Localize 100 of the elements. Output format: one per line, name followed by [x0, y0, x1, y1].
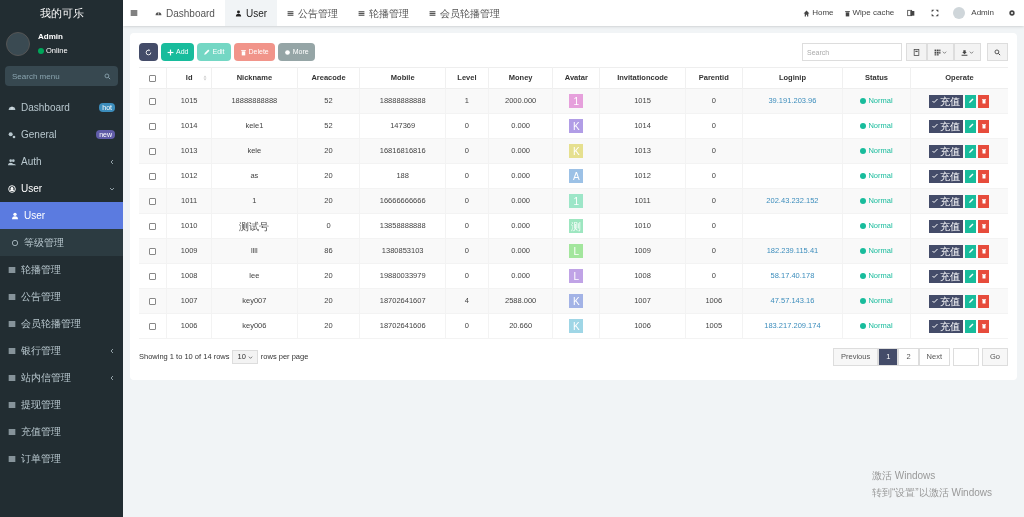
grid-icon	[934, 48, 941, 56]
recharge-button[interactable]: 充值	[929, 219, 964, 233]
edit-button[interactable]	[965, 144, 977, 158]
menu-item[interactable]: 会员轮播管理	[0, 310, 123, 337]
edit-button[interactable]	[965, 244, 977, 258]
nav-tab[interactable]: 公告管理	[277, 0, 349, 26]
plus-icon	[167, 48, 174, 56]
nav-tab[interactable]: Dashboard	[145, 0, 225, 26]
nav-tab[interactable]: 轮播管理	[348, 0, 420, 26]
trash-icon	[980, 223, 987, 229]
recharge-button[interactable]: 充值	[929, 94, 964, 108]
checkbox[interactable]	[149, 97, 157, 105]
delete-button[interactable]	[978, 194, 990, 208]
checkbox[interactable]	[149, 147, 157, 155]
gears-icon	[8, 130, 16, 139]
menu-item[interactable]: User	[0, 202, 123, 229]
caret-icon	[969, 49, 974, 55]
avatar: A	[569, 169, 584, 183]
edit-button[interactable]	[965, 169, 977, 183]
recharge-button[interactable]: 充值	[929, 144, 964, 158]
menu-item[interactable]: User	[0, 175, 123, 202]
menu-item[interactable]: Auth	[0, 148, 123, 175]
trash-icon	[980, 323, 987, 329]
download-icon	[961, 48, 968, 56]
menu-item[interactable]: 提现管理	[0, 391, 123, 418]
avatar: 1	[569, 194, 584, 208]
search-button[interactable]	[987, 43, 1008, 61]
checkbox[interactable]	[149, 272, 157, 280]
delete-button[interactable]	[978, 144, 990, 158]
refresh-button[interactable]	[139, 43, 158, 61]
avatar: L	[569, 244, 584, 258]
user-menu[interactable]: Admin	[947, 7, 1000, 19]
search-field[interactable]: Search menu	[5, 66, 118, 86]
edit-button[interactable]	[965, 269, 977, 283]
avatar	[6, 32, 30, 56]
menu-item[interactable]: 充值管理	[0, 418, 123, 445]
recharge-button[interactable]: 充值	[929, 294, 964, 308]
caret-icon	[942, 49, 947, 55]
activation-title: 激活 Windows	[872, 469, 937, 483]
recharge-button[interactable]: 充值	[929, 319, 964, 333]
pencil-icon	[967, 273, 974, 279]
edit-button[interactable]	[965, 294, 977, 308]
checkbox[interactable]	[149, 222, 157, 230]
menu-item[interactable]: 银行管理	[0, 337, 123, 364]
home-icon	[803, 9, 811, 17]
user-icon	[234, 9, 242, 17]
checkbox[interactable]	[149, 247, 157, 255]
edit-button[interactable]	[965, 219, 977, 233]
list-icon	[287, 9, 295, 17]
edit-button[interactable]	[965, 94, 977, 108]
nav-tab[interactable]: User	[224, 0, 278, 26]
delete-button[interactable]	[978, 244, 990, 258]
checkbox[interactable]	[149, 122, 157, 130]
recharge-button[interactable]: 充值	[929, 194, 964, 208]
delete-button[interactable]	[978, 94, 990, 108]
checkbox[interactable]	[149, 322, 157, 330]
search-icon	[994, 48, 1001, 56]
pencil-icon	[967, 173, 974, 179]
trash-icon	[843, 9, 851, 17]
edit-button[interactable]	[965, 319, 977, 333]
avatar: 1	[569, 94, 584, 108]
recharge-button[interactable]: 充值	[929, 269, 964, 283]
checkbox[interactable]	[149, 297, 157, 305]
check-icon	[932, 123, 939, 129]
page-input[interactable]	[953, 348, 979, 366]
trash-icon	[980, 198, 987, 204]
menu-item[interactable]: 等级管理	[0, 229, 123, 256]
avatar: K	[569, 319, 584, 333]
checkbox[interactable]	[149, 74, 157, 82]
export-button[interactable]	[954, 43, 981, 61]
recharge-button[interactable]: 充值	[929, 244, 964, 258]
menu-item[interactable]: 订单管理	[0, 445, 123, 472]
pencil-icon	[967, 148, 974, 154]
checkbox[interactable]	[149, 197, 157, 205]
delete-button[interactable]	[978, 269, 990, 283]
menu-item[interactable]: 轮播管理	[0, 256, 123, 283]
edit-button[interactable]	[965, 119, 977, 133]
delete-button[interactable]	[978, 169, 990, 183]
list-icon	[8, 373, 16, 382]
card-view-icon	[913, 48, 920, 56]
recharge-button[interactable]: 充值	[929, 119, 964, 133]
edit-button[interactable]	[965, 194, 977, 208]
delete-button[interactable]	[978, 119, 990, 133]
menu-item[interactable]: 站内信管理	[0, 364, 123, 391]
delete-button[interactable]	[978, 294, 990, 308]
nav-link[interactable]: Wipe cache	[838, 7, 900, 19]
check-icon	[932, 323, 939, 329]
checkbox[interactable]	[149, 172, 157, 180]
nav-link[interactable]: Home	[798, 7, 839, 19]
avatar: K	[569, 144, 584, 158]
nav-tab[interactable]: 会员轮播管理	[419, 0, 511, 26]
menu-item[interactable]: 公告管理	[0, 283, 123, 310]
recharge-button[interactable]: 充值	[929, 169, 964, 183]
user-icon	[11, 211, 19, 220]
delete-button[interactable]	[978, 319, 990, 333]
gauge-icon	[155, 9, 162, 17]
circle-icon	[11, 238, 19, 247]
columns-button[interactable]	[927, 43, 954, 61]
toggle-view-button[interactable]	[906, 43, 927, 61]
delete-button[interactable]	[978, 219, 990, 233]
